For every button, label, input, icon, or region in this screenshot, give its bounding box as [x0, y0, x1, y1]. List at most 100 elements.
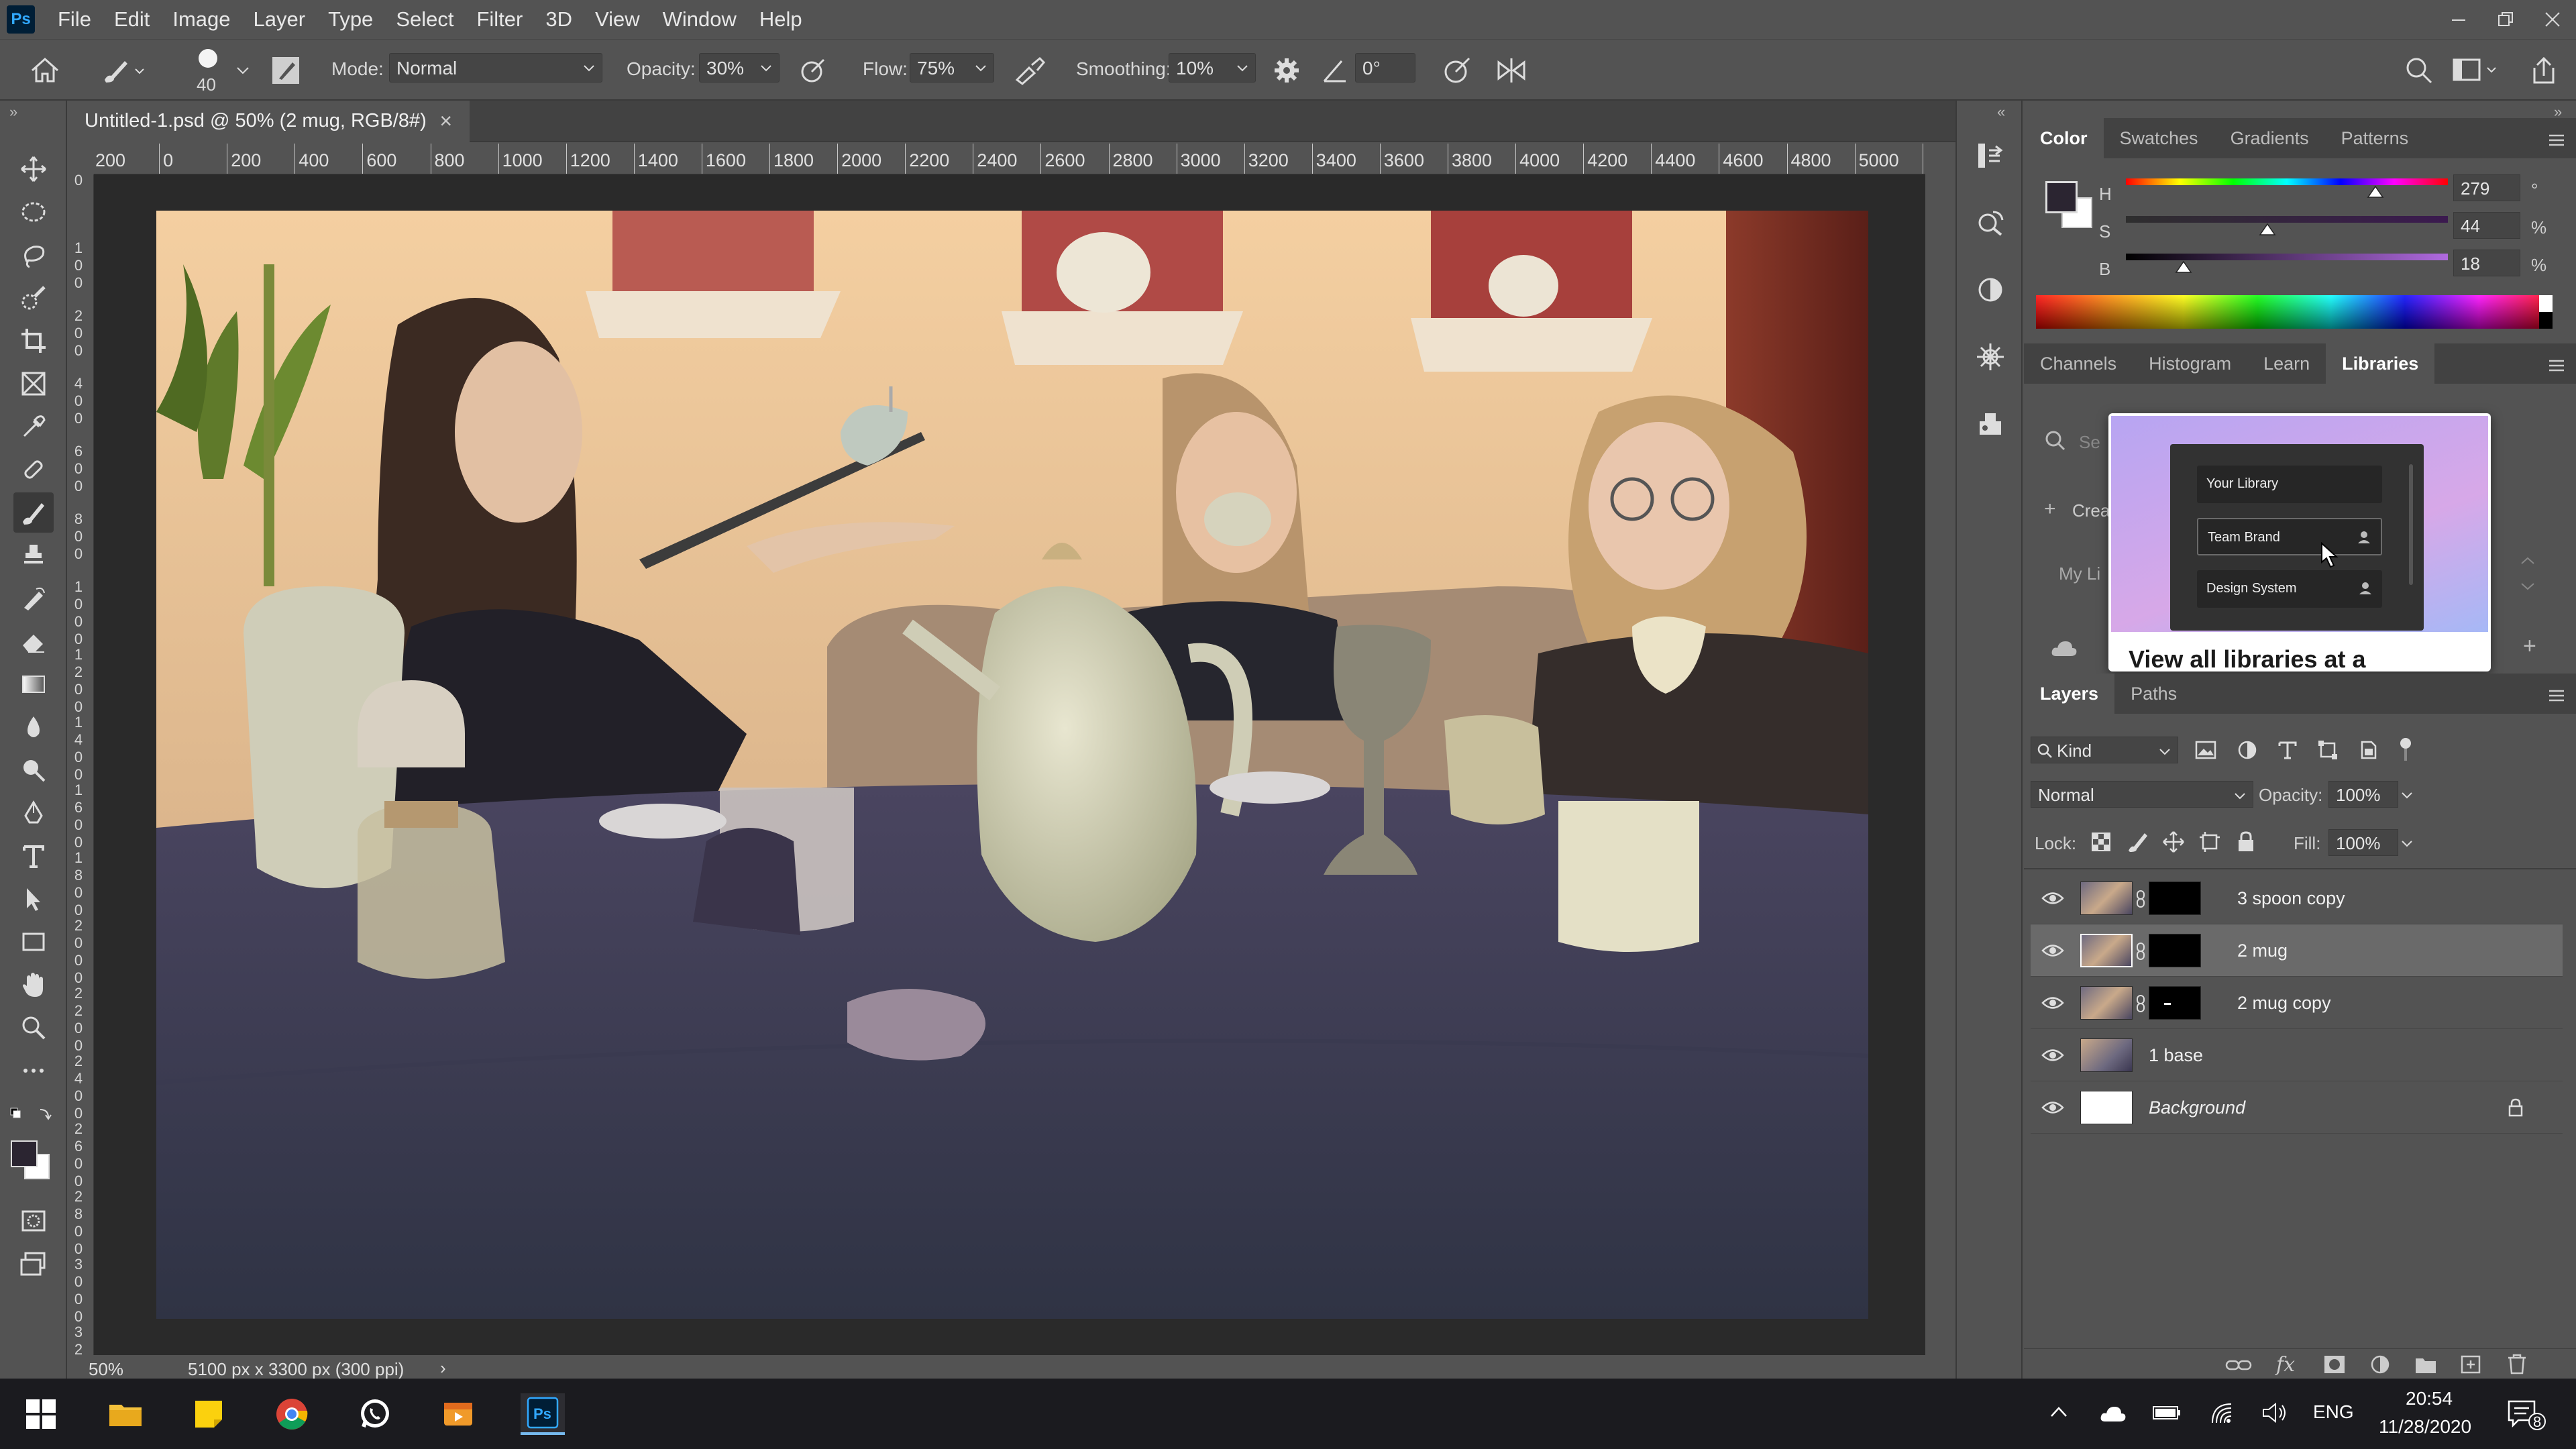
path-selection-tool-button[interactable]: [13, 879, 54, 919]
notifications-icon[interactable]: [2508, 1399, 2548, 1431]
menu-filter[interactable]: Filter: [476, 7, 523, 32]
filter-toggle-icon[interactable]: [2397, 737, 2414, 763]
new-fill-adjustment-layer-icon[interactable]: [2369, 1354, 2392, 1375]
language-indicator[interactable]: ENG: [2313, 1401, 2354, 1423]
restore-button[interactable]: [2482, 0, 2529, 39]
lock-artboard-icon[interactable]: [2198, 830, 2221, 853]
layer-name[interactable]: 1 base: [2149, 1045, 2203, 1066]
layer-fill-field[interactable]: 100%: [2328, 829, 2398, 856]
layer-row[interactable]: Background: [2031, 1081, 2563, 1134]
pressure-opacity-icon[interactable]: [798, 56, 828, 85]
layer-effects-icon[interactable]: fx: [2276, 1353, 2295, 1377]
windows-start-icon[interactable]: [20, 1393, 62, 1435]
minimize-button[interactable]: [2435, 0, 2482, 39]
frame-tool-button[interactable]: [13, 364, 54, 404]
new-group-folder-icon[interactable]: [2414, 1354, 2437, 1375]
tab-layers[interactable]: Layers: [2024, 674, 2115, 714]
chevron-down-icon[interactable]: [2400, 836, 2414, 851]
menu-layer[interactable]: Layer: [254, 7, 306, 32]
layer-row[interactable]: 2 mug copy: [2031, 977, 2563, 1029]
mode-dropdown[interactable]: Normal: [389, 53, 602, 83]
document-image[interactable]: [156, 211, 1868, 1319]
menu-type[interactable]: Type: [328, 7, 373, 32]
adjustments-panel-icon[interactable]: [1970, 270, 2010, 310]
layer-opacity-field[interactable]: 100%: [2328, 781, 2398, 808]
saturation-value-field[interactable]: 44: [2453, 212, 2520, 239]
layer-thumbnail[interactable]: [2080, 881, 2133, 915]
workspace-icon[interactable]: [2453, 56, 2500, 85]
photoshop-taskbar-icon[interactable]: Ps: [521, 1393, 565, 1435]
color-picker-swatches[interactable]: [2045, 181, 2092, 228]
wifi-icon[interactable]: [2210, 1401, 2234, 1424]
layer-link-icon[interactable]: [2135, 994, 2146, 1013]
layer-link-icon[interactable]: [2135, 890, 2146, 908]
link-layers-icon[interactable]: [2225, 1357, 2252, 1373]
hue-slider[interactable]: [2126, 178, 2448, 185]
tab-libraries[interactable]: Libraries: [2326, 343, 2435, 384]
new-layer-icon[interactable]: [2460, 1354, 2483, 1375]
lock-all-icon[interactable]: [2235, 830, 2257, 853]
filter-type-layers-icon[interactable]: [2276, 739, 2299, 761]
color-swatches[interactable]: [9, 1140, 56, 1181]
my-library-label[interactable]: My Li: [2059, 564, 2100, 584]
home-icon[interactable]: [30, 56, 60, 84]
brush-size-dropdown-icon[interactable]: [235, 56, 251, 83]
brush-settings-icon[interactable]: [271, 56, 301, 85]
close-tab-icon[interactable]: ×: [439, 109, 452, 133]
layer-thumbnail[interactable]: [2080, 1038, 2133, 1072]
healing-brush-tool-button[interactable]: [13, 449, 54, 490]
marquee-tool-button[interactable]: [13, 192, 54, 232]
brightness-slider[interactable]: [2126, 254, 2448, 260]
tab-learn[interactable]: Learn: [2247, 343, 2326, 384]
hue-value-field[interactable]: 279: [2453, 174, 2520, 201]
visibility-eye-icon[interactable]: [2041, 1099, 2064, 1116]
swap-colors-icon[interactable]: [9, 1104, 56, 1124]
file-explorer-icon[interactable]: [105, 1393, 146, 1435]
search-icon[interactable]: [2404, 56, 2434, 85]
close-window-button[interactable]: [2529, 0, 2576, 39]
layer-mask-thumbnail[interactable]: [2149, 881, 2201, 915]
zoom-tool-button[interactable]: [13, 1008, 54, 1048]
libraries-promo-popup[interactable]: Your Library Team Brand Design System Vi…: [2108, 413, 2491, 672]
layer-row[interactable]: 1 base: [2031, 1029, 2563, 1081]
layer-thumbnail[interactable]: [2080, 934, 2133, 967]
layer-link-icon[interactable]: [2135, 942, 2146, 961]
menu-select[interactable]: Select: [396, 7, 453, 32]
color-spectrum-ramp[interactable]: [2036, 295, 2553, 329]
gear-icon[interactable]: [1272, 56, 1301, 85]
type-tool-button[interactable]: [13, 836, 54, 876]
history-panel-icon[interactable]: [1970, 136, 2010, 176]
delete-layer-trash-icon[interactable]: [2506, 1353, 2528, 1375]
onedrive-cloud-icon[interactable]: [2100, 1404, 2127, 1423]
tab-paths[interactable]: Paths: [2114, 674, 2193, 714]
collapse-dock-icon[interactable]: «: [1997, 103, 2005, 121]
lock-image-pixels-icon[interactable]: [2126, 830, 2149, 853]
menu-3d[interactable]: 3D: [545, 7, 572, 32]
menu-file[interactable]: File: [58, 7, 91, 32]
filter-shape-layers-icon[interactable]: [2316, 739, 2339, 761]
visibility-eye-icon[interactable]: [2041, 994, 2064, 1012]
add-mask-icon[interactable]: [2323, 1354, 2346, 1375]
document-tab[interactable]: Untitled-1.psd @ 50% (2 mug, RGB/8#) ×: [67, 101, 470, 142]
status-menu-arrow[interactable]: ›: [440, 1358, 446, 1379]
pen-tool-button[interactable]: [13, 793, 54, 833]
collapse-toolbar-icon[interactable]: »: [9, 103, 17, 121]
show-hidden-icons-chevron-icon[interactable]: [2049, 1404, 2069, 1420]
hue-slider-thumb[interactable]: [2367, 185, 2384, 199]
brush-settings-panel-icon[interactable]: [1970, 337, 2010, 377]
eraser-tool-button[interactable]: [13, 621, 54, 661]
layer-thumbnail[interactable]: [2080, 986, 2133, 1020]
symmetry-icon[interactable]: [1496, 56, 1527, 85]
history-brush-tool-button[interactable]: [13, 578, 54, 619]
layer-name[interactable]: 2 mug copy: [2237, 993, 2331, 1014]
panel-menu-icon[interactable]: [2548, 688, 2565, 703]
visibility-eye-icon[interactable]: [2041, 890, 2064, 907]
foreground-color-swatch[interactable]: [11, 1140, 38, 1167]
more-tools-icon[interactable]: [13, 1051, 54, 1091]
angle-field[interactable]: 0°: [1355, 53, 1415, 83]
screen-mode-icon[interactable]: [13, 1244, 54, 1284]
canvas-area[interactable]: [94, 174, 1925, 1355]
visibility-eye-icon[interactable]: [2041, 1046, 2064, 1064]
filter-pixel-layers-icon[interactable]: [2194, 739, 2217, 761]
pressure-size-icon[interactable]: [1441, 56, 1472, 85]
